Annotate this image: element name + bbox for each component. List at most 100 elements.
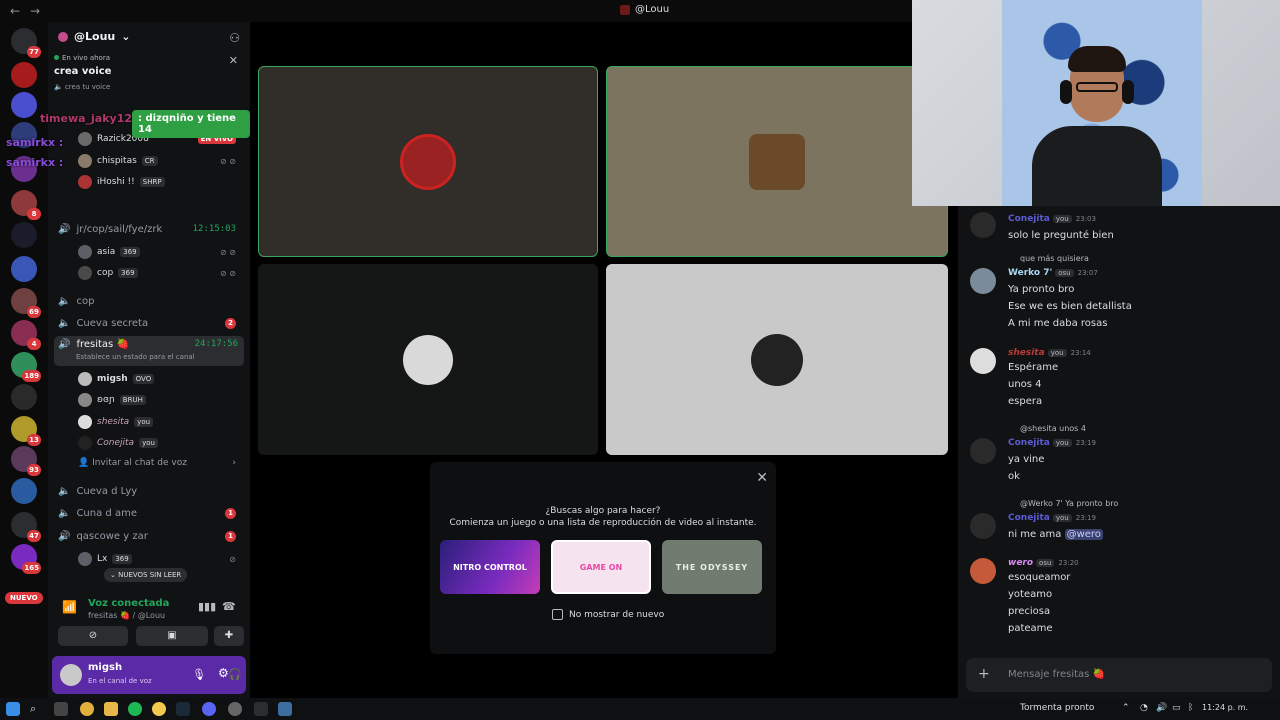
search-icon[interactable]: ⌕	[30, 702, 44, 716]
voice-channel[interactable]: 🔈 Cuna d ame 1	[58, 504, 242, 522]
unread-badge: 2	[225, 317, 236, 329]
avatar[interactable]	[970, 558, 996, 584]
dont-show-again-checkbox[interactable]: No mostrar de nuevo	[552, 609, 664, 620]
voice-channel[interactable]: 🔊 qascowe y zar 1	[58, 527, 242, 545]
server-icon[interactable]: 189	[11, 352, 41, 382]
headphones-icon[interactable]: 🎧	[228, 668, 242, 681]
voice-channel[interactable]: 🔈 cop	[58, 292, 242, 310]
voice-channel[interactable]: 🔈 Cueva d Lyy	[58, 482, 242, 500]
server-icon[interactable]	[11, 256, 37, 282]
activity-card-game-on[interactable]: GAME ON	[551, 540, 651, 594]
microphone-icon[interactable]: 🎙	[192, 668, 206, 681]
avatar[interactable]	[970, 212, 996, 238]
settings-gear-icon[interactable]: ⚙	[218, 666, 229, 680]
participant-tile[interactable]	[606, 66, 948, 257]
avatar	[403, 334, 453, 385]
participant-tile[interactable]	[258, 66, 598, 257]
folder-icon[interactable]	[104, 702, 118, 716]
voice-channel-active[interactable]: 🔊 fresitas 🍓 24:17:56 Establece un estado p…	[54, 336, 244, 366]
screen-share-button[interactable]: ▣	[136, 626, 208, 646]
add-member-icon[interactable]: ⚇	[229, 31, 240, 45]
server-icon[interactable]: 47	[11, 512, 41, 542]
checkbox[interactable]	[552, 609, 563, 620]
disconnect-icon[interactable]: ☎	[222, 600, 236, 613]
live-now-panel[interactable]: En vivo ahora crea voice 🔈 crea tu voice…	[54, 54, 244, 110]
server-header[interactable]: @Louu ⌄	[58, 30, 130, 43]
weather-widget[interactable]: Tormenta pronto	[1020, 703, 1094, 713]
forward-arrow-icon[interactable]: →	[30, 4, 40, 18]
activities-button[interactable]: ✚	[214, 626, 244, 646]
participant-tile[interactable]	[606, 264, 948, 455]
steam-icon[interactable]	[176, 702, 190, 716]
voice-channel[interactable]: 🔊 jr/cop/sail/fye/zrk 12:15:03	[58, 220, 242, 238]
clock[interactable]: 11:24 p. m.	[1202, 703, 1248, 712]
avatar	[78, 393, 92, 407]
server-icon[interactable]: 8	[11, 190, 41, 220]
server-icon[interactable]: 165	[11, 544, 41, 574]
direct-messages-icon[interactable]: 77	[11, 28, 41, 58]
channel-status[interactable]: Establece un estado para el canal	[76, 353, 195, 361]
bluetooth-icon[interactable]: ᛒ	[1188, 703, 1193, 713]
server-icon	[58, 31, 68, 42]
discord-icon[interactable]	[202, 702, 216, 716]
task-view-icon[interactable]	[54, 702, 68, 716]
reply-preview[interactable]: que más quisiera	[1020, 254, 1089, 263]
activity-card-nitro-control[interactable]: NITRO CONTROL	[440, 540, 540, 594]
server-icon[interactable]	[11, 384, 37, 410]
close-icon[interactable]: ✕	[756, 470, 768, 486]
chevron-down-icon: ⌄	[121, 30, 131, 43]
voice-member[interactable]: ʚɞɲ BRUH	[78, 391, 242, 409]
server-icon[interactable]: 93	[11, 446, 41, 476]
reply-preview[interactable]: @Werko 7' Ya pronto bro	[1020, 499, 1118, 508]
battery-icon[interactable]: ▭	[1172, 703, 1181, 713]
unread-badge: 13	[27, 434, 41, 446]
speaker-icon: 🔊	[58, 223, 71, 235]
server-icon[interactable]	[11, 62, 37, 88]
voice-member[interactable]: Lx 369 ⊘	[78, 550, 242, 568]
webcam-overlay	[912, 0, 1280, 206]
new-unread-pill[interactable]: ⌄ NUEVOS SIN LEER	[104, 568, 188, 582]
add-attachment-icon[interactable]: +	[978, 666, 990, 682]
message-input[interactable]: + Mensaje fresitas 🍓	[966, 658, 1272, 692]
app-icon[interactable]	[278, 702, 292, 716]
window-title: @Louu	[620, 4, 669, 15]
reply-preview[interactable]: @shesita unos 4	[1020, 424, 1086, 433]
voice-member[interactable]: migsh OVO	[78, 370, 242, 388]
signal-icon[interactable]: 📶	[62, 600, 77, 614]
app-icon[interactable]	[152, 702, 166, 716]
server-icon[interactable]: 69	[11, 288, 41, 318]
invite-to-voice-link[interactable]: 👤 Invitar al chat de voz ›	[78, 458, 242, 468]
volume-icon[interactable]: 🔊	[1156, 703, 1167, 713]
unread-badge: 4	[27, 338, 41, 350]
user-mention[interactable]: @wero	[1064, 529, 1103, 540]
avatar[interactable]	[60, 664, 82, 686]
voice-channel[interactable]: 🔈 Cueva secreta 2	[58, 314, 242, 332]
voice-member[interactable]: Conejita you	[78, 434, 242, 452]
voice-member[interactable]: shesita you	[78, 413, 242, 431]
server-icon[interactable]	[11, 478, 37, 504]
back-arrow-icon[interactable]: ←	[10, 4, 20, 18]
app-icon[interactable]	[228, 702, 242, 716]
voice-channel-path[interactable]: fresitas 🍓 / @Louu	[88, 611, 165, 620]
spotify-icon[interactable]	[128, 702, 142, 716]
avatar[interactable]	[970, 438, 996, 464]
avatar[interactable]	[970, 348, 996, 374]
camera-toggle-button[interactable]: ⊘	[58, 626, 128, 646]
server-icon[interactable]: 4	[11, 320, 41, 350]
activity-card-the-odyssey[interactable]: THE ODYSSEY	[662, 540, 762, 594]
avatar[interactable]	[970, 513, 996, 539]
new-badge[interactable]: NUEVO	[5, 592, 43, 604]
start-icon[interactable]	[6, 702, 20, 716]
wifi-icon[interactable]: ◔	[1140, 703, 1148, 713]
noise-suppression-icon[interactable]: ▮▮▮	[198, 600, 216, 613]
participant-tile[interactable]	[258, 264, 598, 455]
close-icon[interactable]: ✕	[229, 54, 238, 67]
tray-chevron-icon[interactable]: ⌃	[1122, 703, 1130, 713]
server-icon[interactable]: 13	[11, 416, 41, 446]
app-icon[interactable]	[254, 702, 268, 716]
avatar[interactable]	[970, 268, 996, 294]
chrome-icon[interactable]	[80, 702, 94, 716]
voice-member[interactable]: asia 369 ⊘ ⊘	[78, 243, 242, 261]
server-icon[interactable]	[11, 222, 37, 248]
voice-member[interactable]: cop 369 ⊘ ⊘	[78, 264, 242, 282]
